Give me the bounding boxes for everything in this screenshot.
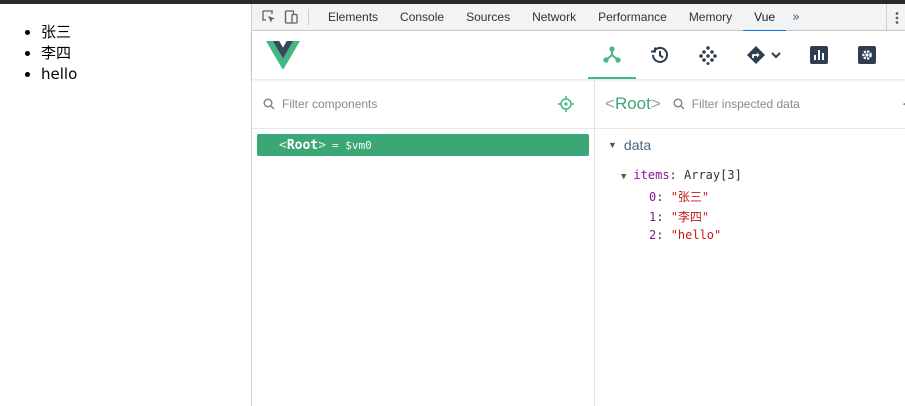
section-title: data <box>623 137 652 153</box>
vm-reference: = $vm0 <box>331 138 372 152</box>
inspector-filter-input[interactable] <box>691 96 842 111</box>
array-value: "hello" <box>670 228 722 242</box>
tab-vue[interactable]: Vue <box>743 4 786 32</box>
list-item: 李四 <box>41 43 251 64</box>
list-item: 张三 <box>41 22 251 43</box>
tree-node-root[interactable]: < Root > = $vm0 <box>257 134 589 156</box>
select-component-target-icon[interactable] <box>558 96 574 112</box>
component-name: Root <box>286 137 319 153</box>
data-section-header[interactable]: ▼ data <box>608 137 651 153</box>
components-tab-button[interactable] <box>588 31 636 79</box>
search-icon <box>673 97 685 110</box>
search-icon <box>263 97 275 110</box>
vue-logo-icon <box>266 41 300 69</box>
chevron-down-icon <box>771 52 781 59</box>
inspector-header: <Root> ◂ <box>595 79 905 129</box>
inspected-component-title: <Root> <box>605 93 661 113</box>
items-property-row[interactable]: ▼ items: Array[3] <box>621 168 742 182</box>
tab-console[interactable]: Console <box>389 4 455 31</box>
more-tabs-button[interactable]: » <box>786 4 806 31</box>
array-value: "张三" <box>670 190 710 204</box>
vuex-icon <box>699 46 717 65</box>
history-icon <box>651 46 668 63</box>
expand-triangle-icon: ▼ <box>621 172 627 182</box>
collapse-triangle-icon: ▼ <box>608 140 617 150</box>
components-icon <box>603 46 621 63</box>
settings-icon <box>858 46 876 64</box>
devtools-menu-icon[interactable] <box>886 4 905 31</box>
performance-tab-button[interactable] <box>795 31 843 79</box>
tab-elements[interactable]: Elements <box>317 4 389 31</box>
device-toolbar-icon[interactable] <box>280 4 302 31</box>
inspector-pane: <Root> ◂ ▼ data ▼items: Array[3] 0: "张三"… <box>595 79 905 406</box>
devtools-tabbar: Elements Console Sources Network Perform… <box>252 4 905 32</box>
tag-open-bracket: < <box>279 137 287 153</box>
tab-memory[interactable]: Memory <box>678 4 743 31</box>
tab-sources[interactable]: Sources <box>455 4 521 31</box>
tab-network[interactable]: Network <box>521 4 587 31</box>
tag-close-bracket: > <box>318 137 326 153</box>
array-entry-row[interactable]: 2: "hello" <box>649 228 721 242</box>
array-entry-row[interactable]: 1: "李四" <box>649 208 709 225</box>
data-section: ▼ data <box>608 137 651 153</box>
vuex-tab-button[interactable] <box>684 31 732 79</box>
tab-performance[interactable]: Performance <box>587 4 678 31</box>
tabbar-separator <box>308 9 309 25</box>
array-entry-row[interactable]: 0: "张三" <box>649 188 709 205</box>
inspect-element-icon[interactable] <box>258 4 280 31</box>
array-value: "李四" <box>670 210 710 224</box>
components-filter-bar <box>252 79 594 129</box>
routing-icon <box>747 46 765 64</box>
page-content: 张三 李四 hello <box>0 4 251 406</box>
routing-tab-button[interactable] <box>736 31 792 79</box>
timeline-tab-button[interactable] <box>636 31 684 79</box>
components-filter-input[interactable] <box>282 96 542 111</box>
property-key: items <box>633 168 670 182</box>
list-item: hello <box>41 64 251 85</box>
settings-tab-button[interactable] <box>843 31 891 79</box>
components-pane: < Root > = $vm0 <box>252 79 595 406</box>
property-type: Array[3] <box>684 168 742 182</box>
devtools-panel: Elements Console Sources Network Perform… <box>251 4 905 406</box>
performance-icon <box>810 46 828 64</box>
item-list: 张三 李四 hello <box>41 22 251 85</box>
vue-toolbar <box>252 31 905 79</box>
